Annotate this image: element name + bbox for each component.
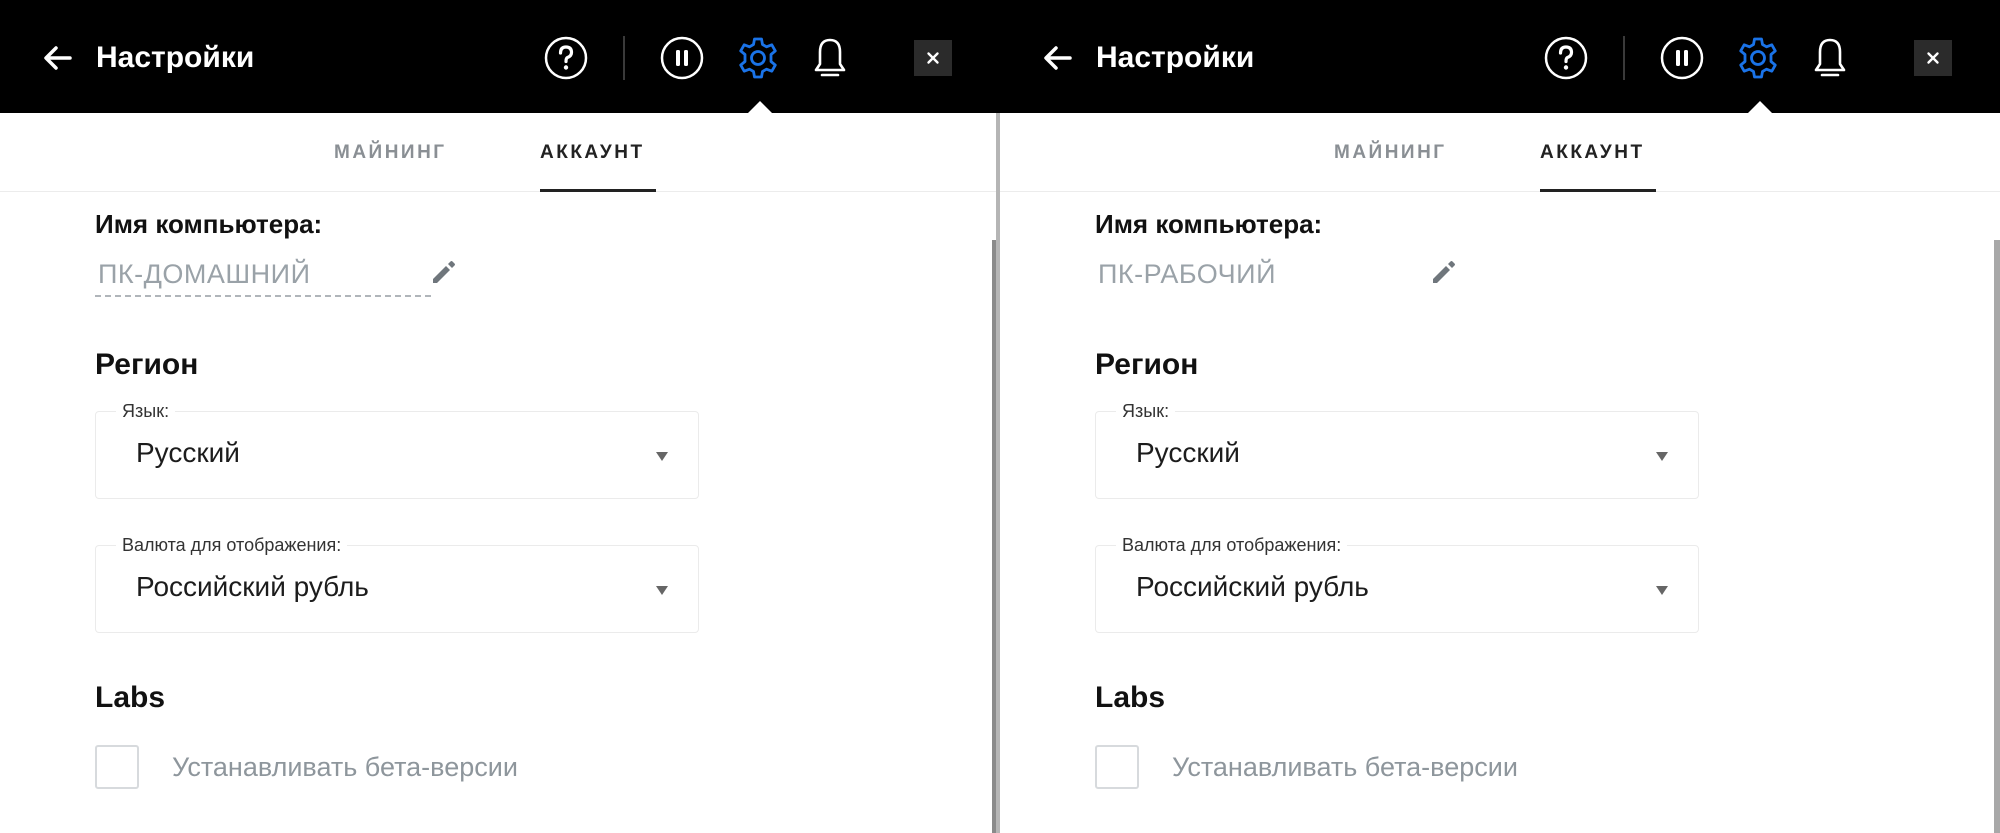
language-value: Русский: [1136, 437, 1240, 468]
settings-gear-icon: [1739, 37, 1777, 79]
settings-gear-icon: [739, 37, 777, 79]
currency-value: Российский рубль: [136, 571, 369, 602]
tab-bar: МАЙНИНГ АККАУНТ: [0, 113, 1000, 192]
pause-icon: [660, 36, 704, 80]
back-arrow-icon: [44, 46, 72, 70]
currency-select[interactable]: Валюта для отображения: Российский рубль: [95, 534, 699, 633]
computer-name-label: Имя компьютера:: [1095, 209, 1323, 239]
computer-name-input[interactable]: ПК-РАБОЧИЙ: [1098, 257, 1276, 291]
page-title: Настройки: [96, 41, 255, 74]
beta-checkbox[interactable]: [95, 745, 139, 789]
currency-label: Валюта для отображения:: [116, 534, 348, 556]
back-button[interactable]: [40, 40, 76, 76]
page-title: Настройки: [1096, 41, 1255, 74]
tab-bar: МАЙНИНГ АККАУНТ: [1000, 113, 2000, 192]
close-button[interactable]: [914, 40, 952, 76]
dropdown-caret-icon: [1656, 452, 1668, 461]
dropdown-caret-icon: [656, 452, 668, 461]
language-select[interactable]: Язык: Русский: [95, 400, 699, 499]
active-icon-pointer: [748, 101, 772, 113]
header-bar: Настройки: [1000, 0, 2000, 113]
pencil-icon: [433, 261, 455, 283]
header-separator: [1623, 36, 1625, 80]
language-select[interactable]: Язык: Русский: [1095, 400, 1699, 499]
close-icon: [1927, 52, 1939, 64]
language-label: Язык:: [116, 400, 176, 422]
bell-icon: [1814, 38, 1846, 77]
computer-name-input[interactable]: ПК-ДОМАШНИЙ: [98, 257, 310, 291]
back-button[interactable]: [1040, 40, 1076, 76]
help-button[interactable]: [1542, 34, 1590, 82]
scrollbar[interactable]: [1994, 240, 2000, 833]
region-section-title: Регион: [95, 348, 199, 381]
edit-name-button[interactable]: [1428, 258, 1458, 288]
header-separator: [623, 36, 625, 80]
computer-name-label: Имя компьютера:: [95, 209, 323, 239]
computer-name-underline: [95, 295, 431, 297]
edit-name-button[interactable]: [428, 258, 458, 288]
labs-section-title: Labs: [95, 681, 166, 714]
tab-account[interactable]: АККАУНТ: [540, 141, 645, 165]
active-tab-indicator: [1540, 189, 1656, 192]
region-section-title: Регион: [1095, 348, 1199, 381]
currency-select[interactable]: Валюта для отображения: Российский рубль: [1095, 534, 1699, 633]
bell-icon: [814, 38, 846, 77]
header-bar: Настройки: [0, 0, 1000, 113]
notifications-button[interactable]: [806, 34, 854, 82]
active-tab-indicator: [540, 189, 656, 192]
back-arrow-icon: [1044, 46, 1072, 70]
close-icon: [927, 52, 939, 64]
dropdown-caret-icon: [1656, 586, 1668, 595]
tab-mining[interactable]: МАЙНИНГ: [334, 141, 447, 165]
beta-checkbox-label[interactable]: Устанавливать бета-версии: [1172, 750, 1518, 784]
settings-panel-right: Настройки МАЙНИНГ АККАУНТ Имя компьютера…: [1000, 0, 2000, 833]
currency-value: Российский рубль: [1136, 571, 1369, 602]
labs-section-title: Labs: [1095, 681, 1166, 714]
pencil-icon: [1433, 261, 1455, 283]
settings-button[interactable]: [1734, 34, 1782, 82]
settings-button[interactable]: [734, 34, 782, 82]
close-button[interactable]: [1914, 40, 1952, 76]
help-icon: [544, 36, 588, 80]
pause-button[interactable]: [1658, 34, 1706, 82]
language-value: Русский: [136, 437, 240, 468]
notifications-button[interactable]: [1806, 34, 1854, 82]
beta-checkbox[interactable]: [1095, 745, 1139, 789]
help-button[interactable]: [542, 34, 590, 82]
help-icon: [1544, 36, 1588, 80]
screenshot-stage: Настройки МАЙНИНГ АККАУНТ Имя компьютера…: [0, 0, 2000, 833]
language-label: Язык:: [1116, 400, 1176, 422]
tab-mining[interactable]: МАЙНИНГ: [1334, 141, 1447, 165]
tab-account[interactable]: АККАУНТ: [1540, 141, 1645, 165]
dropdown-caret-icon: [656, 586, 668, 595]
pause-button[interactable]: [658, 34, 706, 82]
settings-panel-left: Настройки МАЙНИНГ АККАУНТ Имя компьютера…: [0, 0, 1000, 833]
pause-icon: [1660, 36, 1704, 80]
active-icon-pointer: [1748, 101, 1772, 113]
beta-checkbox-label[interactable]: Устанавливать бета-версии: [172, 750, 518, 784]
currency-label: Валюта для отображения:: [1116, 534, 1348, 556]
